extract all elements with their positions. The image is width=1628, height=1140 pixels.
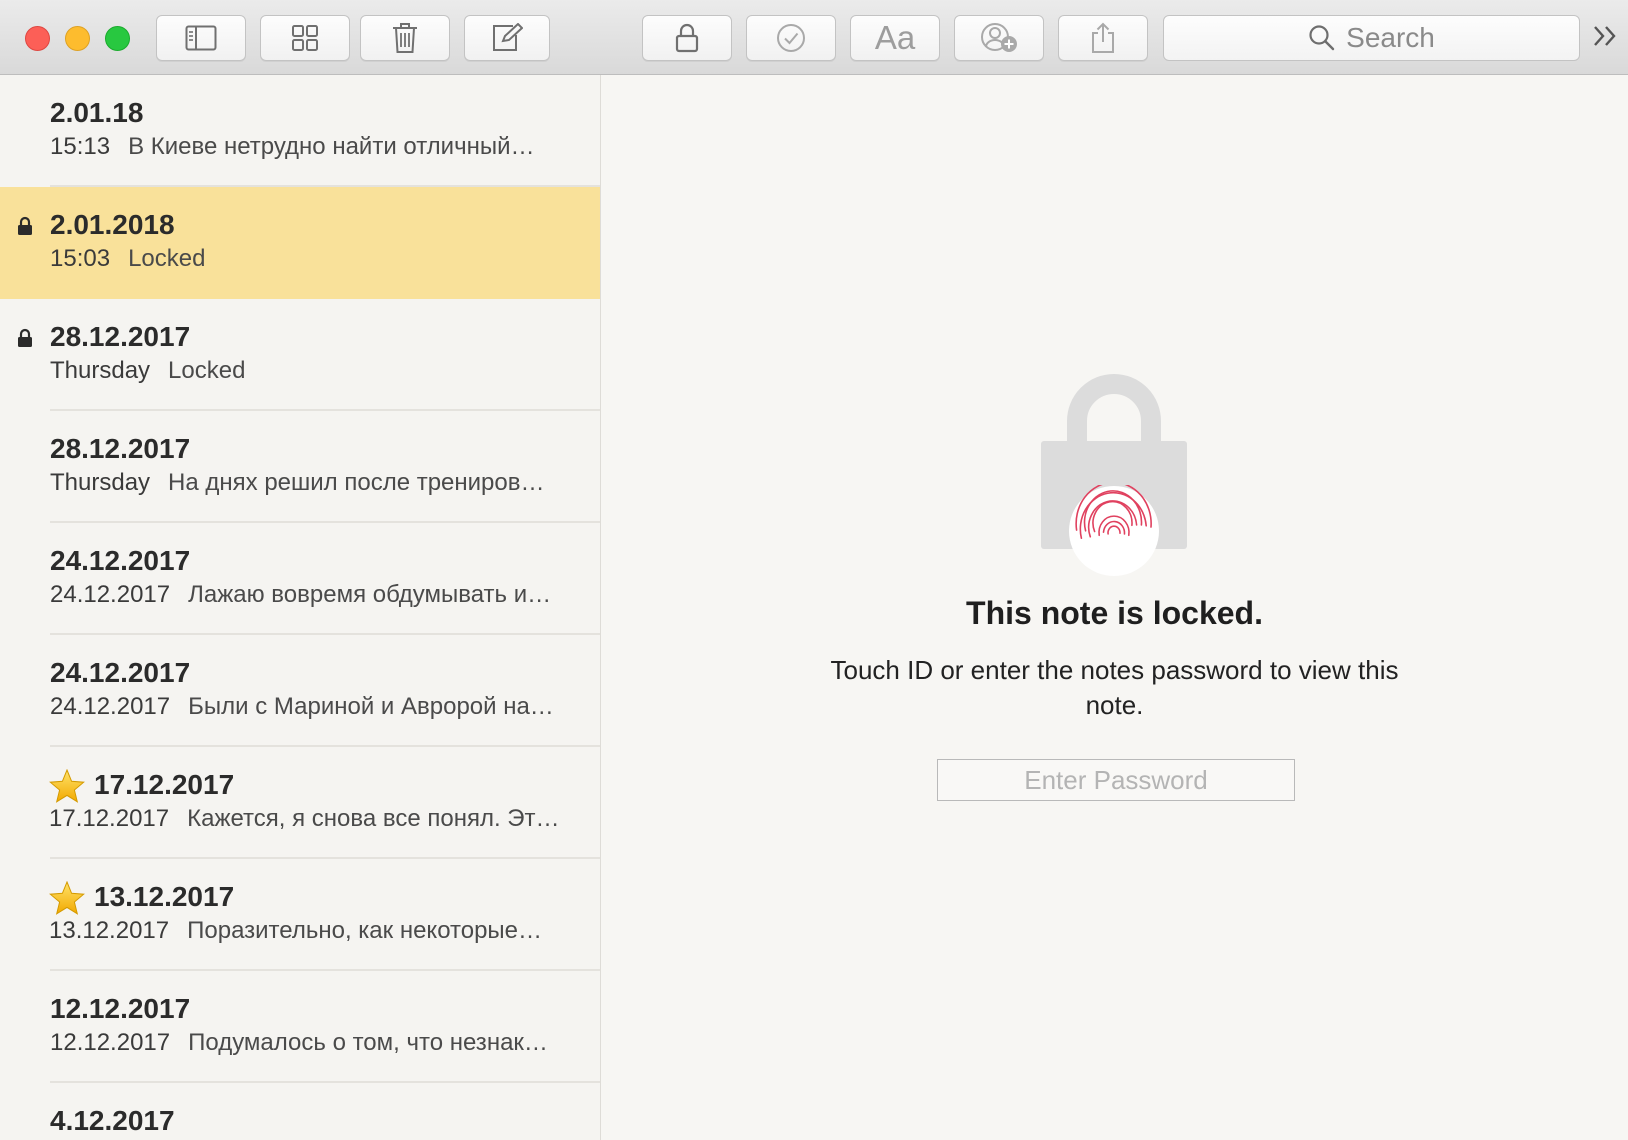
list-item[interactable]: 2.01.18 15:13 В Киеве нетрудно найти отлич… [0,75,600,187]
note-subtitle: 15:03 Locked [50,245,205,273]
attachments-button[interactable] [260,15,350,61]
lock-icon [675,23,699,53]
checklist-button[interactable] [746,15,836,61]
close-window-button[interactable] [25,26,50,51]
note-title: 2.01.18 [50,97,144,128]
add-people-icon [981,23,1017,52]
note-date: Thursday [50,357,151,384]
list-item[interactable]: 24.12.2017 24.12.2017 Были с Мариной и Авр… [0,635,600,747]
lock-icon [18,216,32,235]
locked-note-message: Touch ID or enter the notes password to … [830,655,1399,720]
note-preview: Лажаю вовремя обдумывать и… [188,581,552,608]
note-date: 13.12.2017 [49,917,170,944]
locked-note-graphic [1041,373,1187,576]
lock-note-button[interactable] [642,15,732,61]
format-button[interactable]: Aa [850,15,940,61]
checklist-icon [777,24,805,52]
zoom-window-button[interactable] [105,26,130,51]
list-item[interactable]: 13.12.2017 13.12.2017 Поразительно, как не… [0,859,600,971]
add-people-button[interactable] [954,15,1044,61]
fingerprint-icon [1069,485,1159,576]
toolbar: Aa Search [0,0,1628,75]
note-preview: Locked [128,245,206,272]
toolbar-overflow-chevron-icon[interactable] [1592,22,1618,50]
note-preview: В Киеве нетрудно найти отличный… [128,133,535,160]
search-field[interactable]: Search [1163,15,1580,61]
note-title: 13.12.2017 [94,881,235,912]
note-title: 24.12.2017 [50,657,191,688]
note-title: 24.12.2017 [50,545,191,576]
list-item[interactable]: 12.12.2017 12.12.2017 Подумалось о том, чт… [0,971,600,1083]
note-title: 28.12.2017 [50,433,191,464]
compose-icon [493,23,523,51]
note-title: 4.12.2017 [50,1105,175,1136]
note-preview: На днях решил после трениров… [168,469,545,496]
note-date: 15:13 [50,133,111,160]
toggle-sidebar-icon [185,25,217,51]
locked-note-title: This note is locked. [966,595,1263,631]
list-item[interactable]: 28.12.2017 Thursday Locked [0,299,600,411]
delete-button[interactable] [360,15,450,61]
star-icon [49,769,85,803]
list-item[interactable]: 28.12.2017 Thursday На днях решил после тр… [0,411,600,523]
attachments-grid-icon [292,25,318,51]
search-placeholder: Search [1346,22,1435,53]
search-icon [1309,25,1335,51]
note-subtitle: Thursday Locked [50,357,245,385]
note-subtitle: Thursday На днях решил после трениров… [50,469,545,497]
note-title: 28.12.2017 [50,321,191,352]
note-preview: Locked [168,357,246,384]
note-preview: Поразительно, как некоторые… [187,917,543,944]
list-item[interactable]: 17.12.2017 17.12.2017 Кажется, я снова все… [0,747,600,859]
note-preview: Подумалось о том, что незнак… [188,1029,548,1056]
list-item[interactable]: 24.12.2017 24.12.2017 Лажаю вовремя обдумы… [0,523,600,635]
note-date: 12.12.2017 [50,1029,171,1056]
star-icon [49,881,85,915]
note-preview: Кажется, я снова все понял. Эт… [187,805,560,832]
note-date: 24.12.2017 [50,581,171,608]
note-subtitle: 13.12.2017 Поразительно, как некоторые… [49,917,542,945]
note-subtitle: 12.12.2017 Подумалось о том, что незнак… [50,1029,548,1057]
note-preview: Были с Мариной и Авророй на… [188,693,554,720]
toggle-sidebar-button[interactable] [156,15,246,61]
note-date: 15:03 [50,245,111,272]
note-date: Thursday [50,469,151,496]
note-date: 24.12.2017 [50,693,171,720]
format-text-icon: Aa [874,19,916,56]
note-date: 17.12.2017 [49,805,170,832]
note-subtitle: 24.12.2017 Были с Мариной и Авророй на… [50,693,554,721]
list-item[interactable]: 4.12.2017 [0,1083,600,1140]
password-field[interactable] [937,759,1295,801]
trash-icon [393,23,417,53]
note-title: 2.01.2018 [50,209,175,240]
lock-icon [18,328,32,347]
note-title: 12.12.2017 [50,993,191,1024]
note-title: 17.12.2017 [94,769,235,800]
note-subtitle: 15:13 В Киеве нетрудно найти отличный… [50,133,535,161]
note-subtitle: 17.12.2017 Кажется, я снова все понял. Эт… [49,805,560,833]
note-subtitle: 24.12.2017 Лажаю вовремя обдумывать и… [50,581,551,609]
minimize-window-button[interactable] [65,26,90,51]
notes-list: 2.01.18 15:13 В Киеве нетрудно найти отлич… [0,75,601,1140]
note-editor: This note is locked. Touch ID or enter t… [601,75,1628,1140]
list-item[interactable]: 2.01.2018 15:03 Locked [0,187,600,299]
share-button[interactable] [1058,15,1148,61]
new-note-button[interactable] [464,15,550,61]
share-icon [1092,22,1114,53]
